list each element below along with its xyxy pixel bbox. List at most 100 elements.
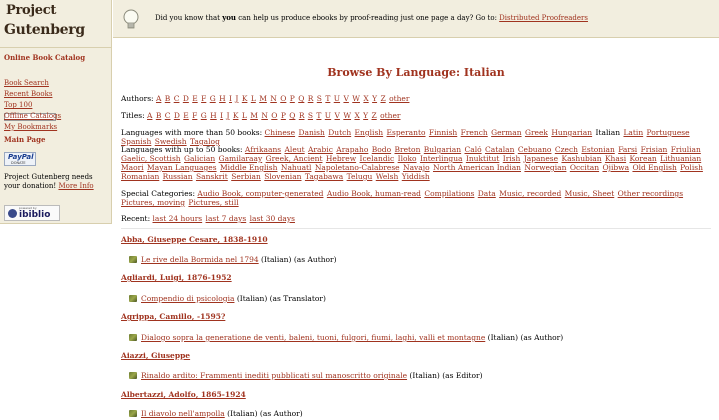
- language-icelandic[interactable]: Icelandic: [360, 154, 395, 163]
- language-mayan-languages[interactable]: Mayan Languages: [147, 163, 217, 172]
- title-letter-p[interactable]: P: [281, 111, 286, 120]
- language-ojibwa[interactable]: Ojibwa: [602, 163, 629, 172]
- title-letter-q[interactable]: Q: [289, 111, 295, 120]
- language-chinese[interactable]: Chinese: [265, 128, 296, 137]
- language-inuktitut[interactable]: Inuktitut: [466, 154, 499, 163]
- language-galician[interactable]: Galician: [184, 154, 215, 163]
- sidebar-link-my-bookmarks[interactable]: My Bookmarks: [4, 123, 57, 131]
- author-link[interactable]: Aiazzi, Giuseppe: [121, 351, 190, 360]
- author-link[interactable]: Agliardi, Luigi, 1876-1952: [121, 273, 232, 282]
- author-letter-m[interactable]: M: [259, 94, 267, 103]
- language-sanskrit[interactable]: Sanskrit: [196, 172, 228, 181]
- language-greek-ancient[interactable]: Greek, Ancient: [266, 154, 323, 163]
- author-letter-d[interactable]: D: [183, 94, 189, 103]
- language-gamilaraay[interactable]: Gamilaraay: [219, 154, 263, 163]
- language-telugu[interactable]: Telugu: [347, 172, 373, 181]
- author-letter-t[interactable]: T: [325, 94, 330, 103]
- language-khasi[interactable]: Khasi: [605, 154, 626, 163]
- author-letter-b[interactable]: B: [165, 94, 171, 103]
- language-afrikaans[interactable]: Afrikaans: [245, 145, 281, 154]
- author-letter-y[interactable]: Y: [372, 94, 377, 103]
- language-yiddish[interactable]: Yiddish: [402, 172, 430, 181]
- sidebar-link-offline-catalogs[interactable]: Offline Catalogs: [4, 112, 61, 120]
- title-letter-g[interactable]: G: [201, 111, 207, 120]
- language-arapaho[interactable]: Arapaho: [336, 145, 368, 154]
- title-letter-l[interactable]: L: [242, 111, 247, 120]
- title-letter-m[interactable]: M: [250, 111, 258, 120]
- language-navajo[interactable]: Navajo: [403, 163, 430, 172]
- title-letter-f[interactable]: F: [192, 111, 197, 120]
- language-arabic[interactable]: Arabic: [308, 145, 333, 154]
- author-link[interactable]: Albertazzi, Adolfo, 1865-1924: [121, 390, 246, 399]
- sidebar-main-page[interactable]: Main Page: [4, 135, 45, 144]
- title-letter-s[interactable]: S: [308, 111, 313, 120]
- ibiblio-badge[interactable]: powered by ibiblio: [4, 205, 60, 221]
- sidebar-link-book-search[interactable]: Book Search: [4, 79, 49, 87]
- author-letter-other[interactable]: other: [389, 94, 409, 103]
- author-letter-u[interactable]: U: [334, 94, 340, 103]
- language-nahuatl[interactable]: Nahuatl: [281, 163, 312, 172]
- language-bulgarian[interactable]: Bulgarian: [424, 145, 461, 154]
- title-letter-j[interactable]: J: [226, 111, 229, 120]
- language-interlingua[interactable]: Interlingua: [420, 154, 463, 163]
- language-north-american-indian[interactable]: North American Indian: [433, 163, 521, 172]
- title-letter-o[interactable]: O: [271, 111, 277, 120]
- title-letter-i[interactable]: I: [220, 111, 223, 120]
- language-dutch[interactable]: Dutch: [328, 128, 351, 137]
- book-link[interactable]: Il diavolo nell'ampolla: [141, 409, 225, 418]
- language-middle-english[interactable]: Middle English: [220, 163, 277, 172]
- title-letter-w[interactable]: W: [343, 111, 351, 120]
- author-letter-l[interactable]: L: [251, 94, 256, 103]
- language-maori[interactable]: Maori: [121, 163, 144, 172]
- title-letter-e[interactable]: E: [183, 111, 188, 120]
- language-german[interactable]: German: [491, 128, 521, 137]
- special-category-audio-book-human-read[interactable]: Audio Book, human-read: [327, 189, 421, 198]
- language-napoletano-calabrese[interactable]: Napoletano-Calabrese: [315, 163, 400, 172]
- language-polish[interactable]: Polish: [680, 163, 703, 172]
- special-category-audio-book-computer-generated[interactable]: Audio Book, computer-generated: [197, 189, 323, 198]
- author-letter-o[interactable]: O: [280, 94, 286, 103]
- title-letter-other[interactable]: other: [380, 111, 400, 120]
- book-link[interactable]: Compendio di psicologia: [141, 294, 234, 303]
- language-welsh[interactable]: Welsh: [376, 172, 399, 181]
- author-letter-z[interactable]: Z: [380, 94, 385, 103]
- author-letter-q[interactable]: Q: [298, 94, 304, 103]
- language-portuguese[interactable]: Portuguese: [647, 128, 690, 137]
- title-letter-d[interactable]: D: [174, 111, 180, 120]
- special-category-pictures-still[interactable]: Pictures, still: [188, 198, 238, 207]
- language-gaelic-scottish[interactable]: Gaelic, Scottish: [121, 154, 181, 163]
- language-korean[interactable]: Korean: [630, 154, 657, 163]
- title-letter-u[interactable]: U: [325, 111, 331, 120]
- language-cebuano[interactable]: Cebuano: [518, 145, 552, 154]
- language-tagabawa[interactable]: Tagabawa: [305, 172, 343, 181]
- book-link[interactable]: Le rive della Bormida nel 1794: [141, 255, 259, 264]
- title-letter-h[interactable]: H: [210, 111, 217, 120]
- title-letter-y[interactable]: Y: [363, 111, 368, 120]
- language-aleut[interactable]: Aleut: [285, 145, 305, 154]
- author-link[interactable]: Agrippa, Camillo, -1595?: [121, 312, 225, 321]
- language-czech[interactable]: Czech: [555, 145, 578, 154]
- title-letter-z[interactable]: Z: [372, 111, 377, 120]
- title-letter-x[interactable]: X: [354, 111, 359, 120]
- special-category-data[interactable]: Data: [478, 189, 496, 198]
- language-breton[interactable]: Breton: [395, 145, 421, 154]
- author-letter-f[interactable]: F: [201, 94, 206, 103]
- language-bodo[interactable]: Bodo: [372, 145, 391, 154]
- title-letter-b[interactable]: B: [156, 111, 162, 120]
- language-esperanto[interactable]: Esperanto: [387, 128, 426, 137]
- special-category-other-recordings[interactable]: Other recordings: [618, 189, 683, 198]
- author-letter-s[interactable]: S: [317, 94, 322, 103]
- language-friulian[interactable]: Friulian: [671, 145, 701, 154]
- language-catalan[interactable]: Catalan: [485, 145, 514, 154]
- book-link[interactable]: Dialogo sopra la generatione de venti, b…: [141, 333, 485, 342]
- recent-last-24-hours[interactable]: last 24 hours: [153, 214, 203, 223]
- language-cal[interactable]: Caló: [465, 145, 482, 154]
- special-category-music-recorded[interactable]: Music, recorded: [499, 189, 561, 198]
- language-latin[interactable]: Latin: [623, 128, 643, 137]
- language-iloko[interactable]: Iloko: [398, 154, 417, 163]
- book-link[interactable]: Rinaldo ardito: Frammenti inediti pubbli…: [141, 371, 407, 380]
- language-occitan[interactable]: Occitan: [570, 163, 599, 172]
- sidebar-link-recent-books[interactable]: Recent Books: [4, 90, 52, 98]
- special-category-pictures-moving[interactable]: Pictures, moving: [121, 198, 185, 207]
- title-letter-k[interactable]: K: [233, 111, 239, 120]
